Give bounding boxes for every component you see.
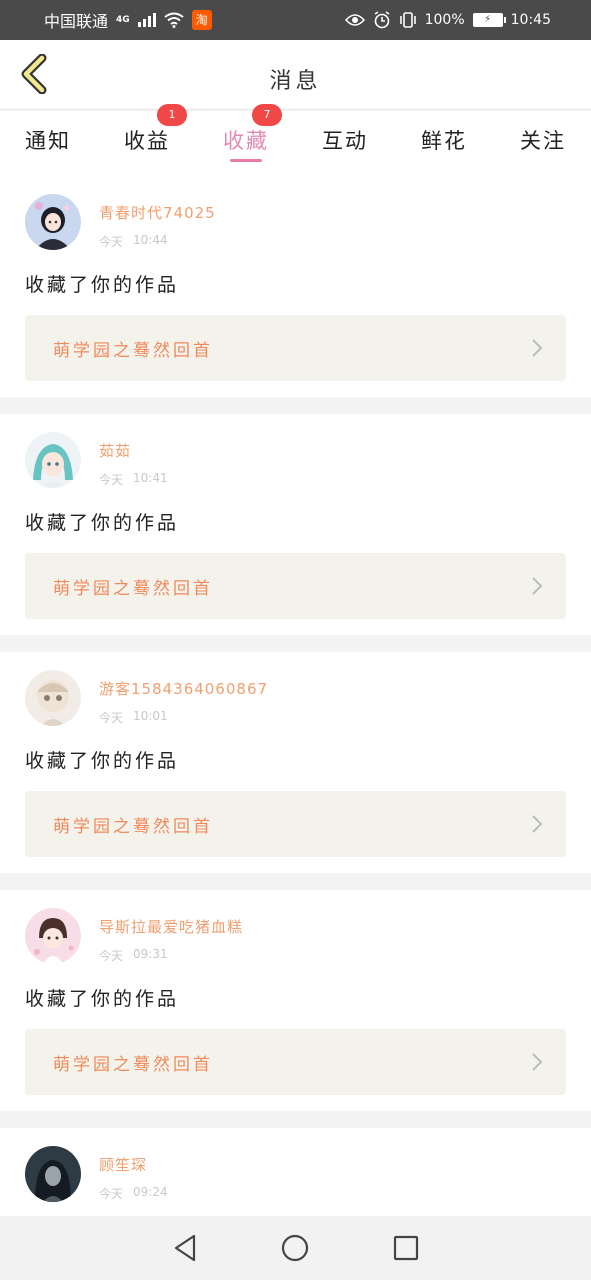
message-card: 茹茹 今天 10:41 收藏了你的作品 萌学园之蓦然回首 (0, 414, 591, 635)
work-link[interactable]: 萌学园之蓦然回首 (25, 315, 566, 381)
time-label: 09:31 (133, 947, 168, 961)
tab-bar: 通知 收益 1 收藏 7 互动 鲜花 关注 (0, 104, 591, 176)
circle-home-icon (282, 1234, 309, 1262)
username[interactable]: 游客1584364060867 (99, 678, 268, 699)
username[interactable]: 青春时代74025 (99, 202, 216, 223)
square-recents-icon (393, 1235, 418, 1261)
work-title: 萌学园之蓦然回首 (53, 578, 213, 599)
nav-back-button[interactable] (165, 1228, 205, 1268)
triangle-back-icon (175, 1234, 196, 1262)
avatar[interactable] (25, 432, 81, 488)
work-title: 萌学园之蓦然回首 (53, 340, 213, 361)
action-text: 收藏了你的作品 (25, 750, 180, 772)
tab-label: 收藏 (223, 129, 269, 153)
tab-favorites[interactable]: 收藏 7 (216, 104, 282, 176)
username[interactable]: 顾笙琛 (99, 1154, 168, 1175)
avatar[interactable] (25, 194, 81, 250)
tab-earnings[interactable]: 收益 1 (117, 104, 187, 176)
network-type: 4G (116, 15, 130, 25)
action-text: 收藏了你的作品 (25, 274, 180, 296)
action-text: 收藏了你的作品 (25, 512, 180, 534)
date-label: 今天 (99, 711, 124, 725)
carrier-name: 中国联通 (44, 12, 109, 31)
tab-flowers[interactable]: 鲜花 (414, 111, 474, 176)
tab-label: 通知 (25, 129, 71, 153)
chevron-right-icon (532, 339, 543, 357)
wifi-icon (164, 12, 184, 28)
header: 消息 (0, 40, 591, 110)
action-text: 收藏了你的作品 (25, 988, 180, 1010)
message-card: 青春时代74025 今天 10:44 收藏了你的作品 萌学园之蓦然回首 (0, 176, 591, 397)
page-title: 消息 (269, 69, 322, 94)
date-label: 今天 (99, 1187, 124, 1201)
date-label: 今天 (99, 473, 124, 487)
eye-icon (344, 14, 365, 26)
battery-percent: 100% (424, 12, 465, 28)
date-label: 今天 (99, 949, 124, 963)
nav-home-button[interactable] (275, 1228, 315, 1268)
status-bar: 中国联通 4G 淘 100% ⚡ 10:45 (0, 0, 591, 40)
username[interactable]: 导斯拉最爱吃猪血糕 (99, 916, 243, 937)
alarm-icon (374, 11, 390, 29)
time-label: 10:44 (133, 233, 168, 247)
clock-time: 10:45 (510, 12, 551, 28)
system-nav-bar (0, 1216, 591, 1280)
time-label: 10:41 (133, 471, 168, 485)
tab-label: 互动 (322, 129, 368, 153)
message-card: 顾笙琛 今天 09:24 (0, 1128, 591, 1216)
work-title: 萌学园之蓦然回首 (53, 816, 213, 837)
chevron-right-icon (532, 577, 543, 595)
work-link[interactable]: 萌学园之蓦然回首 (25, 553, 566, 619)
work-title: 萌学园之蓦然回首 (53, 1054, 213, 1075)
tab-label: 鲜花 (421, 129, 467, 153)
chevron-right-icon (532, 815, 543, 833)
time-label: 10:01 (133, 709, 168, 723)
message-feed[interactable]: 青春时代74025 今天 10:44 收藏了你的作品 萌学园之蓦然回首 茹茹 今天… (0, 176, 591, 1216)
taobao-app-icon: 淘 (191, 10, 212, 30)
work-link[interactable]: 萌学园之蓦然回首 (25, 1029, 566, 1095)
signal-icon (137, 13, 156, 27)
vibrate-icon (399, 12, 416, 28)
message-card: 导斯拉最爱吃猪血糕 今天 09:31 收藏了你的作品 萌学园之蓦然回首 (0, 890, 591, 1111)
message-card: 游客1584364060867 今天 10:01 收藏了你的作品 萌学园之蓦然回首 (0, 652, 591, 873)
tab-notifications[interactable]: 通知 (18, 111, 78, 176)
nav-recents-button[interactable] (386, 1228, 426, 1268)
chevron-right-icon (532, 1053, 543, 1071)
time-label: 09:24 (133, 1185, 168, 1199)
avatar[interactable] (25, 670, 81, 726)
avatar[interactable] (25, 908, 81, 964)
work-link[interactable]: 萌学园之蓦然回首 (25, 791, 566, 857)
tab-follows[interactable]: 关注 (513, 111, 573, 176)
tab-label: 收益 (124, 129, 170, 153)
tab-interactions[interactable]: 互动 (315, 111, 375, 176)
battery-icon: ⚡ (472, 13, 506, 27)
date-label: 今天 (99, 235, 124, 249)
avatar[interactable] (25, 1146, 81, 1202)
earnings-count-badge: 1 (157, 104, 187, 126)
username[interactable]: 茹茹 (99, 440, 168, 461)
tab-label: 关注 (520, 129, 566, 153)
favorites-count-badge: 7 (252, 104, 282, 126)
